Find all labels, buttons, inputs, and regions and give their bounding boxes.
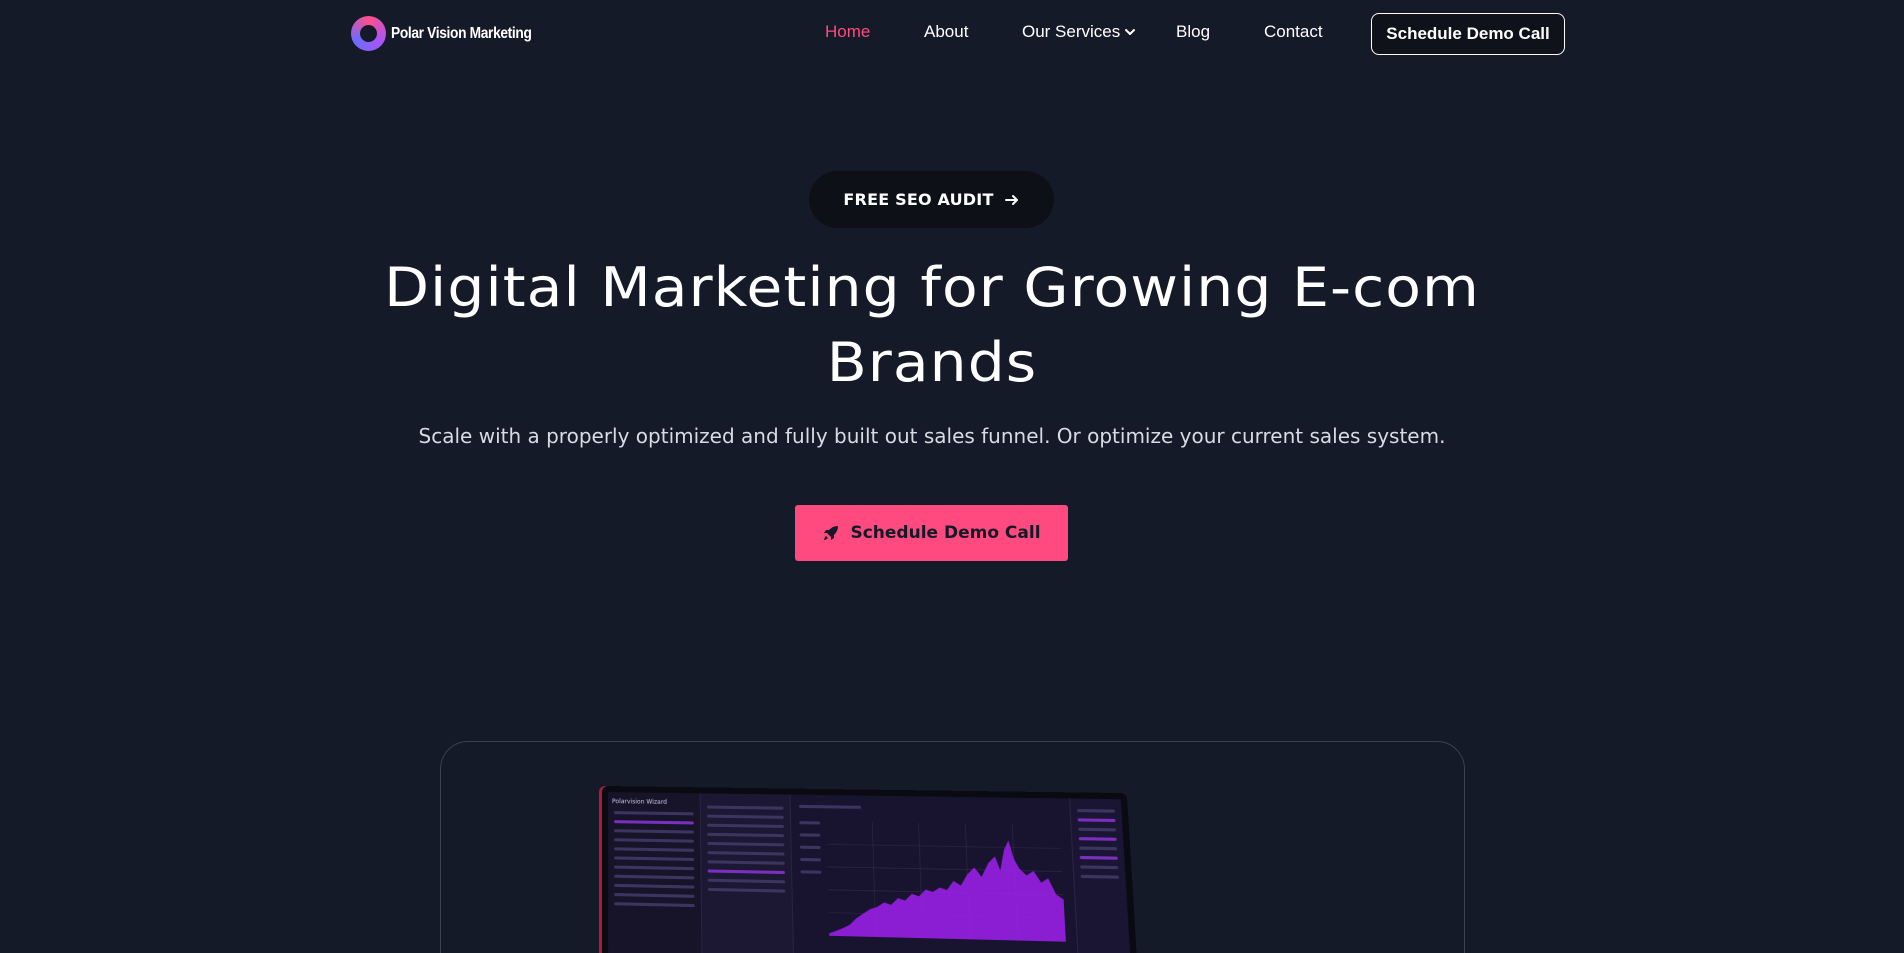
audit-pill-label: FREE SEO AUDIT bbox=[843, 190, 994, 209]
hero-schedule-demo-button[interactable]: Schedule Demo Call bbox=[795, 505, 1068, 561]
dashboard-main bbox=[790, 794, 1079, 953]
nav-link-contact[interactable]: Contact bbox=[1264, 22, 1323, 42]
nav-services-label: Our Services bbox=[1022, 22, 1121, 41]
dashboard-screenshot: Polarvision Wizard bbox=[602, 786, 1139, 953]
dashboard-right-panel bbox=[1068, 798, 1132, 953]
nav-link-home[interactable]: Home bbox=[825, 22, 870, 42]
rocket-icon bbox=[824, 526, 839, 540]
header-schedule-demo-button[interactable]: Schedule Demo Call bbox=[1371, 13, 1565, 55]
dashboard-sidebar: Polarvision Wizard bbox=[607, 792, 703, 953]
nav-link-services[interactable]: Our Services bbox=[1022, 22, 1136, 42]
nav-link-blog[interactable]: Blog bbox=[1176, 22, 1210, 42]
main-nav: Home About Our Services Blog Contact bbox=[0, 22, 1904, 46]
nav-link-about[interactable]: About bbox=[924, 22, 968, 42]
hero-title-line1: Digital Marketing for Growing E-com bbox=[384, 256, 1480, 319]
hero-subtitle: Scale with a properly optimized and full… bbox=[418, 424, 1446, 448]
hero-title-line2: Brands bbox=[826, 331, 1038, 394]
arrow-right-icon bbox=[1004, 194, 1018, 205]
dashboard-subpanel bbox=[700, 793, 795, 953]
dashboard-area-chart bbox=[826, 822, 1066, 942]
free-seo-audit-button[interactable]: FREE SEO AUDIT bbox=[809, 171, 1054, 228]
dashboard-screen: Polarvision Wizard bbox=[607, 792, 1132, 953]
chevron-down-icon bbox=[1125, 29, 1136, 35]
hero-cta-label: Schedule Demo Call bbox=[850, 523, 1041, 543]
site-header: Polar Vision Marketing Home About Our Se… bbox=[0, 0, 1904, 66]
hero-title: Digital Marketing for Growing E-com Bran… bbox=[306, 250, 1559, 400]
dashboard-title: Polarvision Wizard bbox=[611, 798, 668, 806]
